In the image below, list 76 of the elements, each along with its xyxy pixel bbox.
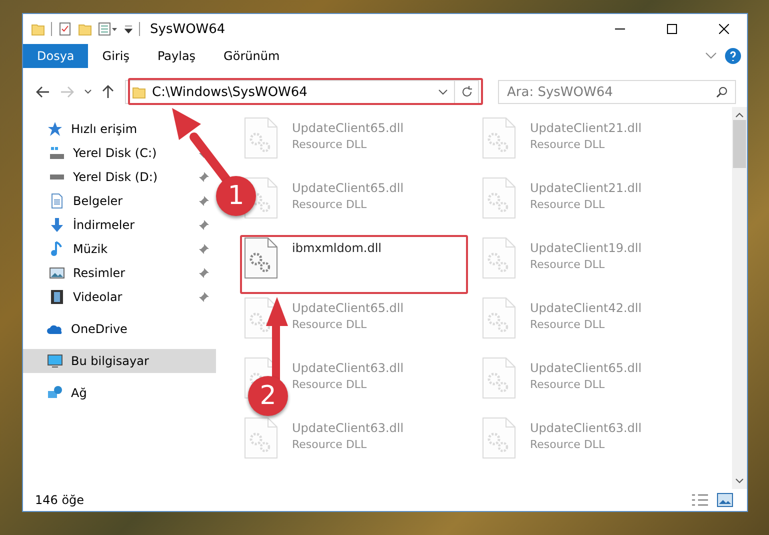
- folder-icon: [31, 22, 45, 36]
- star-icon: [47, 121, 63, 137]
- sidebar-item[interactable]: İndirmeler: [23, 213, 209, 237]
- scroll-down-icon[interactable]: [735, 478, 744, 484]
- scroll-thumb[interactable]: [733, 120, 746, 168]
- file-type: Resource DLL: [292, 378, 368, 391]
- ribbon-tab[interactable]: Dosya: [23, 44, 88, 68]
- sidebar-item[interactable]: Yerel Disk (D:): [23, 165, 209, 189]
- help-icon[interactable]: [725, 48, 741, 64]
- sidebar-item[interactable]: Müzik: [23, 237, 209, 261]
- close-icon[interactable]: [719, 24, 729, 34]
- address-bar[interactable]: C:\Windows\SysWOW64: [125, 80, 479, 104]
- gear-file-icon: [244, 117, 278, 159]
- ribbon-tab[interactable]: Giriş: [88, 44, 144, 68]
- pin-icon[interactable]: [199, 268, 209, 278]
- ribbon-tab[interactable]: Görünüm: [210, 44, 294, 68]
- item-count: 146 öğe: [35, 493, 84, 507]
- sidebar-item[interactable]: Hızlı erişim: [23, 117, 216, 141]
- file-type: Resource DLL: [530, 318, 606, 331]
- sidebar-item[interactable]: Ağ: [23, 381, 216, 405]
- drive-icon: [49, 174, 65, 180]
- gear-file-icon: [482, 177, 516, 219]
- back-arrow-icon[interactable]: [36, 86, 50, 98]
- file-name[interactable]: ibmxmldom.dll: [292, 241, 382, 255]
- properties-icon[interactable]: [98, 22, 118, 36]
- monitor-icon: [47, 353, 63, 369]
- file-type: Resource DLL: [292, 438, 368, 451]
- scrollbar[interactable]: [732, 107, 747, 489]
- pin-icon[interactable]: [199, 244, 209, 254]
- pin-icon[interactable]: [199, 196, 209, 206]
- window-title: SysWOW64: [150, 22, 226, 36]
- gear-file-icon: [482, 237, 516, 279]
- file-type: Resource DLL: [530, 138, 606, 151]
- file-type: Resource DLL: [530, 258, 606, 271]
- file-type: Resource DLL: [530, 438, 606, 451]
- file-type: Resource DLL: [530, 198, 606, 211]
- sidebar-item[interactable]: Belgeler: [23, 189, 209, 213]
- large-icons-view-icon[interactable]: [717, 493, 733, 507]
- gear-file-icon: [482, 357, 516, 399]
- sidebar-item[interactable]: Bu bilgisayar: [23, 349, 216, 373]
- pin-icon[interactable]: [199, 292, 209, 302]
- document-icon: [49, 193, 65, 209]
- search-field[interactable]: Ara: SysWOW64: [498, 80, 736, 104]
- file-type: Resource DLL: [530, 378, 606, 391]
- sidebar-item[interactable]: OneDrive: [23, 317, 216, 341]
- drive-icon: [49, 145, 65, 161]
- refresh-icon[interactable]: [460, 86, 472, 98]
- ribbon-tab[interactable]: Paylaş: [143, 44, 210, 68]
- gear-file-icon: [244, 237, 278, 279]
- up-arrow-icon[interactable]: [102, 85, 114, 99]
- maximize-icon[interactable]: [667, 24, 677, 34]
- details-view-icon[interactable]: [691, 493, 709, 507]
- file-type: Resource DLL: [292, 198, 368, 211]
- sidebar-item[interactable]: Videolar: [23, 285, 209, 309]
- chevron-down-icon[interactable]: [84, 89, 92, 95]
- gear-file-icon: [244, 417, 278, 459]
- chevron-down-icon[interactable]: [705, 52, 717, 60]
- pin-icon[interactable]: [199, 220, 209, 230]
- pin-icon[interactable]: [199, 172, 209, 182]
- checklist-icon[interactable]: [58, 22, 72, 36]
- gear-file-icon: [482, 297, 516, 339]
- scroll-up-icon[interactable]: [735, 112, 744, 118]
- file-type: Resource DLL: [292, 138, 368, 151]
- sidebar-item[interactable]: Resimler: [23, 261, 209, 285]
- dropdown-caret-icon[interactable]: [438, 89, 448, 95]
- picture-icon: [49, 265, 65, 281]
- gear-file-icon: [482, 117, 516, 159]
- gear-file-icon: [482, 417, 516, 459]
- search-icon[interactable]: [716, 86, 728, 98]
- down-arrow-icon: [49, 217, 65, 233]
- file-type: Resource DLL: [292, 318, 368, 331]
- film-icon: [49, 289, 65, 305]
- folder-icon: [78, 22, 92, 36]
- network-icon: [47, 385, 63, 401]
- caret-icon[interactable]: [124, 24, 133, 34]
- folder-icon: [132, 85, 146, 99]
